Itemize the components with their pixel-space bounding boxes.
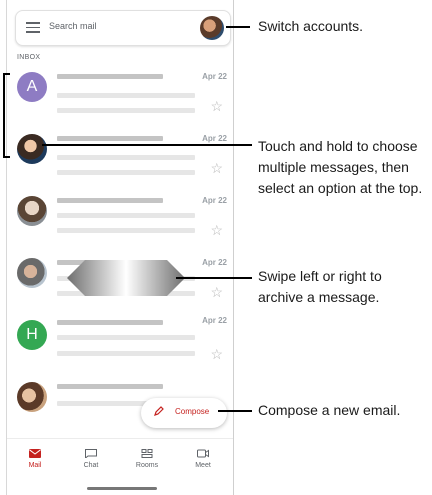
list-item[interactable]: H Apr 22 ☆: [7, 316, 233, 378]
bottom-navigation: Mail Chat Rooms Meet: [7, 438, 233, 489]
callout-compose: Compose a new email.: [258, 402, 401, 418]
star-icon[interactable]: ☆: [210, 160, 223, 177]
star-icon[interactable]: ☆: [210, 98, 223, 115]
message-date: Apr 22: [202, 134, 227, 143]
account-avatar[interactable]: [200, 16, 224, 40]
list-item[interactable]: A Apr 22 ☆: [7, 68, 233, 130]
message-date: Apr 22: [202, 316, 227, 325]
chat-icon: [85, 449, 97, 458]
selection-bracket: [3, 73, 10, 158]
pointer-line: [226, 26, 250, 28]
rooms-icon: [141, 449, 153, 458]
gmail-phone-screen: Search mail INBOX A Apr 22 ☆ Apr 22 ☆ Ap…: [6, 0, 234, 495]
pointer-line: [42, 144, 252, 146]
nav-chat-label: Chat: [83, 462, 99, 469]
list-item[interactable]: Apr 22 ☆: [7, 192, 233, 254]
message-date: Apr 22: [202, 72, 227, 81]
avatar: [17, 196, 47, 226]
avatar: H: [17, 320, 47, 350]
mail-icon: [29, 449, 41, 458]
callout-switch-accounts: Switch accounts.: [258, 18, 364, 34]
menu-icon[interactable]: [26, 22, 40, 33]
home-indicator[interactable]: [87, 487, 157, 490]
callout-touch-hold: Touch and hold to choose multiple messag…: [258, 138, 423, 196]
callout-swipe: Swipe left or right to archive a message…: [258, 268, 382, 305]
nav-mail[interactable]: Mail: [15, 449, 55, 469]
star-icon[interactable]: ☆: [210, 346, 223, 363]
pointer-line: [218, 410, 252, 412]
video-camera-icon: [197, 449, 209, 458]
pencil-icon: [154, 406, 164, 416]
star-icon[interactable]: ☆: [210, 284, 223, 301]
nav-chat[interactable]: Chat: [71, 449, 111, 469]
search-placeholder[interactable]: Search mail: [49, 21, 97, 31]
message-date: Apr 22: [202, 196, 227, 205]
list-item[interactable]: Apr 22 ☆: [7, 130, 233, 192]
avatar: [17, 258, 47, 288]
avatar: [17, 134, 47, 164]
nav-meet[interactable]: Meet: [183, 449, 223, 469]
search-bar[interactable]: Search mail: [15, 10, 231, 46]
nav-rooms[interactable]: Rooms: [127, 449, 167, 469]
compose-button[interactable]: Compose: [141, 398, 227, 428]
compose-label: Compose: [175, 407, 210, 416]
pointer-line: [176, 277, 252, 279]
star-icon[interactable]: ☆: [210, 222, 223, 239]
inbox-label: INBOX: [17, 54, 41, 61]
nav-meet-label: Meet: [195, 462, 211, 469]
nav-rooms-label: Rooms: [135, 462, 159, 469]
swipe-arrows-graphic: [67, 260, 185, 296]
avatar: A: [17, 72, 47, 102]
avatar: [17, 382, 47, 412]
nav-mail-label: Mail: [28, 462, 42, 469]
message-date: Apr 22: [202, 258, 227, 267]
